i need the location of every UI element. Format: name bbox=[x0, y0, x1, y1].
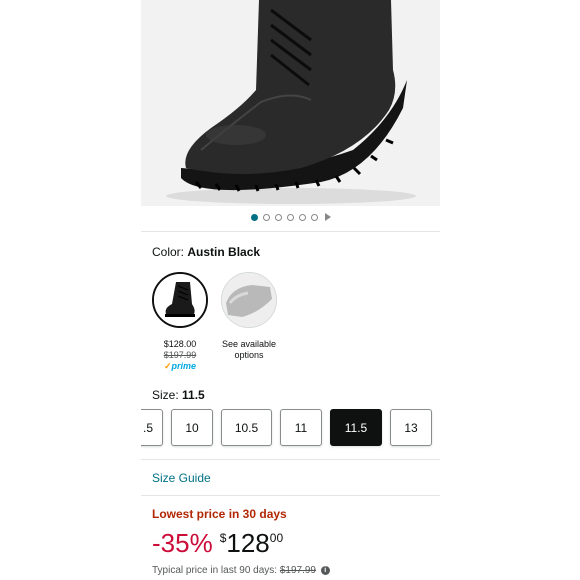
swatch-price: $128.00 bbox=[163, 339, 197, 349]
size-option-selected[interactable]: 11.5 bbox=[330, 409, 382, 446]
size-option[interactable]: 10 bbox=[171, 409, 213, 446]
typical-price-value: $197.99 bbox=[279, 565, 316, 576]
color-label: Color: Austin Black bbox=[152, 245, 260, 259]
size-option[interactable]: 13 bbox=[390, 409, 432, 446]
size-label-text: Size: bbox=[152, 388, 179, 402]
pagination-dot[interactable] bbox=[250, 213, 258, 221]
swatch-availability: See available options bbox=[213, 339, 285, 361]
size-option[interactable]: 11 bbox=[280, 409, 322, 446]
price-currency: $ bbox=[219, 531, 227, 545]
availability-line2: options bbox=[234, 350, 264, 360]
boot-thumbnail-gray bbox=[222, 273, 276, 327]
size-option[interactable]: 10.5 bbox=[221, 409, 272, 446]
price-line: -35% $ 128 00 bbox=[152, 528, 283, 560]
pagination-dot[interactable] bbox=[274, 213, 282, 221]
color-selected-value: Austin Black bbox=[187, 245, 261, 259]
divider bbox=[141, 459, 440, 460]
play-icon[interactable] bbox=[324, 213, 331, 221]
price-fraction: 00 bbox=[269, 531, 284, 545]
prime-badge: ✓prime bbox=[152, 361, 208, 372]
product-panel: Color: Austin Black $128.00 $197.99 ✓pri… bbox=[141, 0, 440, 580]
info-icon[interactable]: i bbox=[320, 565, 330, 575]
size-guide-link[interactable]: Size Guide bbox=[152, 471, 211, 485]
product-image[interactable] bbox=[141, 0, 440, 206]
image-pagination bbox=[141, 211, 440, 223]
swatch-list-price: $197.99 bbox=[163, 350, 197, 360]
pagination-dot[interactable] bbox=[298, 213, 306, 221]
color-swatch-other[interactable] bbox=[221, 272, 277, 328]
size-option[interactable]: .5 bbox=[141, 409, 163, 446]
boot-image bbox=[141, 0, 440, 206]
pagination-dot[interactable] bbox=[286, 213, 294, 221]
swatch-price-block: $128.00 $197.99 ✓prime bbox=[152, 339, 208, 372]
discount-percent: -35% bbox=[152, 528, 213, 558]
prime-check-icon: ✓ bbox=[163, 361, 172, 371]
price-whole: 128 bbox=[226, 528, 270, 558]
size-label: Size: 11.5 bbox=[152, 388, 205, 402]
divider bbox=[141, 231, 440, 232]
color-label-text: Color: bbox=[152, 245, 185, 259]
pagination-dot[interactable] bbox=[310, 213, 318, 221]
size-selected-value: 11.5 bbox=[182, 388, 205, 402]
prime-text: prime bbox=[171, 361, 197, 371]
pagination-dot[interactable] bbox=[262, 213, 270, 221]
divider bbox=[141, 495, 440, 496]
availability-line1: See available bbox=[221, 339, 277, 349]
lowest-price-badge: Lowest price in 30 days bbox=[152, 507, 287, 521]
color-swatch-austin-black[interactable] bbox=[152, 272, 208, 328]
typical-price: Typical price in last 90 days: $197.99 i bbox=[152, 565, 330, 576]
typical-price-label: Typical price in last 90 days: bbox=[152, 565, 278, 576]
boot-thumbnail bbox=[154, 274, 206, 326]
